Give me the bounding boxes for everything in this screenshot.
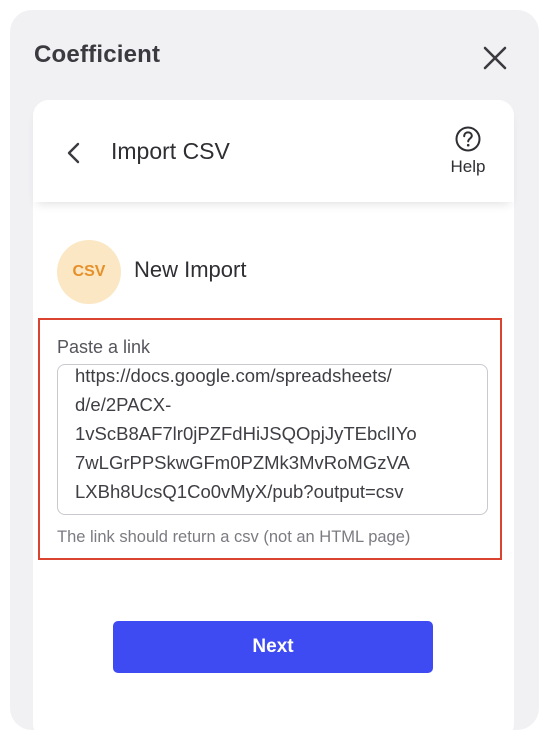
question-circle-icon — [455, 126, 481, 152]
help-button[interactable]: Help — [445, 125, 491, 185]
close-button[interactable] — [480, 43, 510, 73]
app-title: Coefficient — [34, 41, 161, 68]
csv-badge: CSV — [57, 240, 121, 304]
chevron-left-icon — [67, 142, 80, 164]
link-field-label: Paste a link — [57, 337, 151, 357]
next-button[interactable]: Next — [113, 621, 433, 673]
link-input[interactable]: https://docs.google.com/spreadsheets/ d/… — [57, 364, 488, 515]
link-hint: The link should return a csv (not an HTM… — [57, 528, 411, 546]
card-header: Import CSV Help — [33, 100, 514, 202]
page-title: Import CSV — [111, 138, 230, 164]
import-card: Import CSV Help CSV New Import Paste a l… — [33, 100, 514, 740]
import-title: New Import — [134, 257, 247, 282]
back-button[interactable] — [63, 140, 85, 166]
link-input-value: https://docs.google.com/spreadsheets/ d/… — [75, 365, 417, 502]
help-label: Help — [450, 157, 486, 176]
sidebar-panel: Coefficient Import CSV Help CSV New Impo… — [10, 10, 539, 740]
close-icon — [483, 46, 507, 70]
